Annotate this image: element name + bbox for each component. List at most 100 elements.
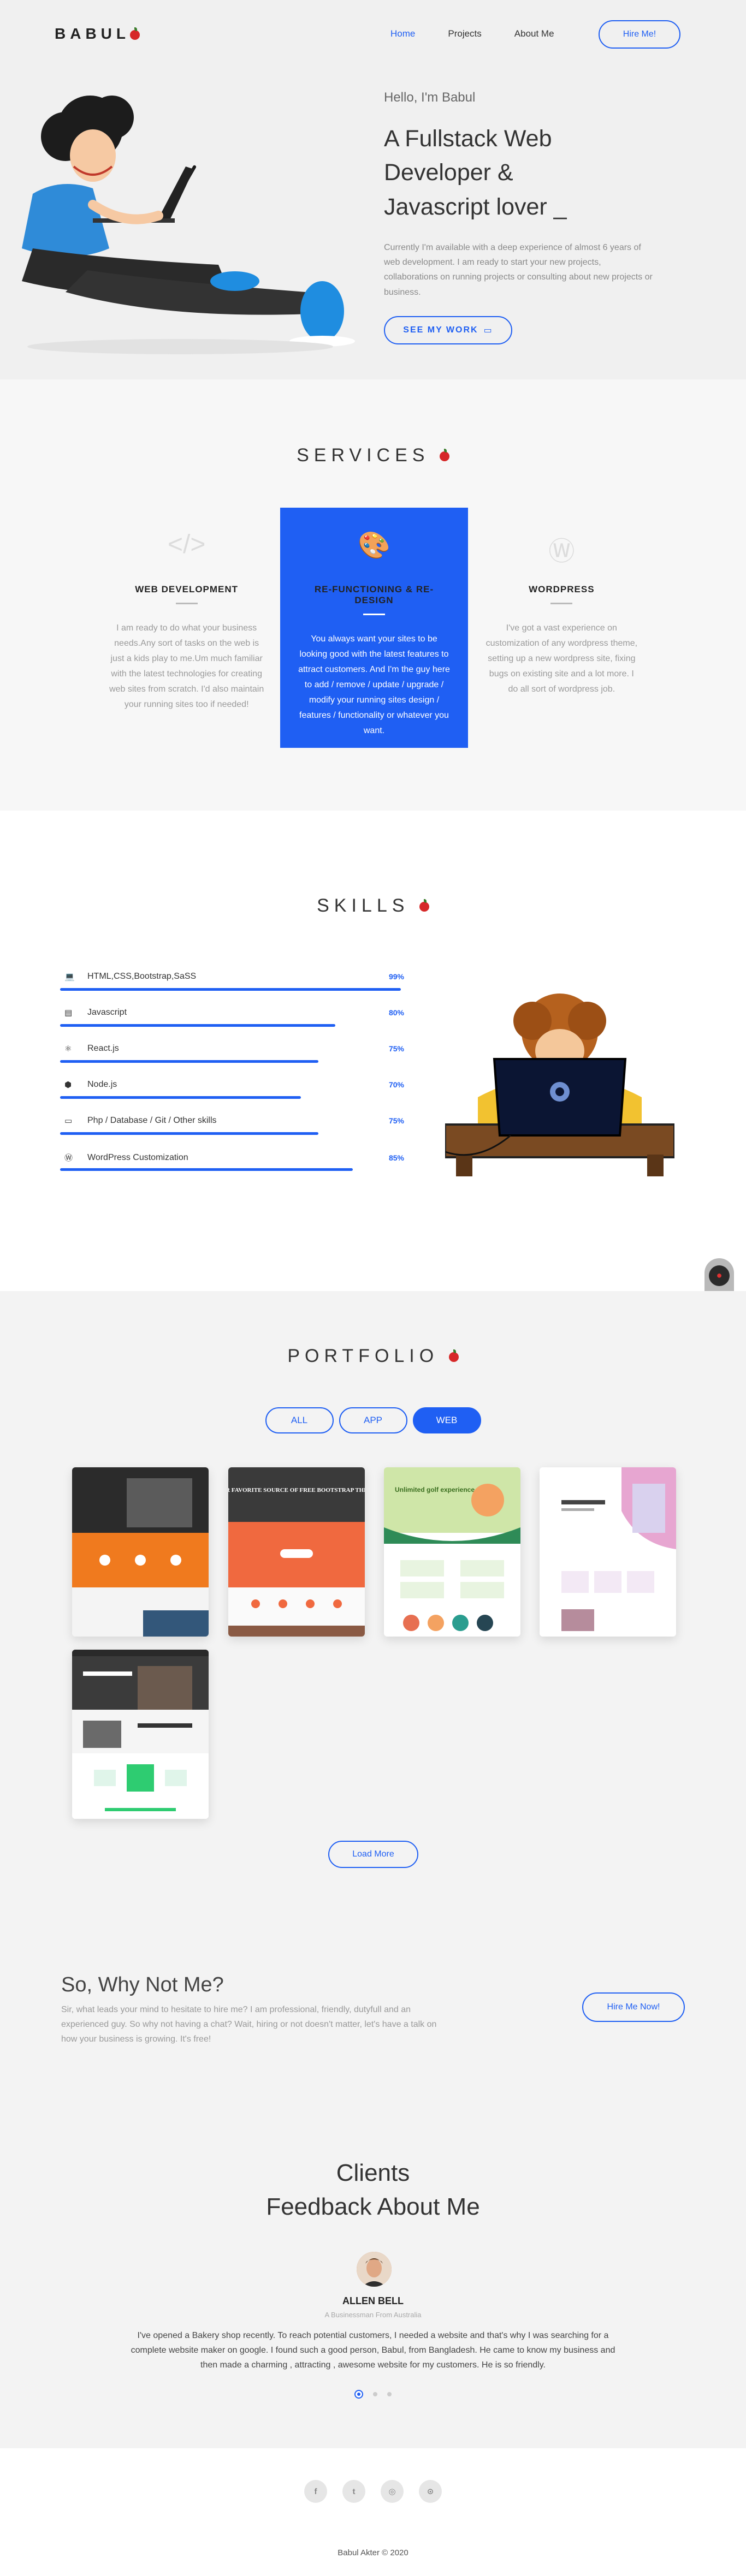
skill-name: WordPress Customization (87, 1152, 188, 1162)
service-description: You always want your sites to be looking… (298, 634, 450, 735)
carousel-dot[interactable] (373, 2392, 377, 2396)
twitter-icon[interactable]: t (342, 2480, 365, 2503)
load-more-button[interactable]: Load More (328, 1841, 418, 1868)
wordpress-icon: Ⓦ (548, 537, 575, 566)
service-description: I am ready to do what your business need… (109, 623, 264, 709)
services-title-text: SERVICES (297, 445, 430, 466)
file-icon: ▤ (64, 1008, 73, 1018)
client-role: A Businessman From Australia (324, 2311, 422, 2319)
record-icon[interactable]: ● (709, 1265, 730, 1286)
skill-track (60, 1024, 404, 1027)
nav-home[interactable]: Home (390, 28, 415, 39)
clients-title-line: Feedback About Me (266, 2193, 480, 2220)
developer-illustration (22, 96, 355, 354)
header: BABUL Home Projects About Me Hire Me! (0, 0, 746, 68)
hire-me-button[interactable]: Hire Me! (599, 20, 680, 49)
services-title: SERVICES (0, 445, 746, 466)
main-nav: Home Projects About Me (390, 28, 554, 39)
skill-track (60, 1168, 404, 1171)
skills-list: 💻 HTML,CSS,Bootstrap,SaSS 99% ▤ Javascript 8… (60, 972, 404, 1188)
skills-title: SKILLS (0, 895, 746, 917)
instagram-icon[interactable]: ◎ (381, 2480, 404, 2503)
filter-web[interactable]: WEB (412, 1407, 481, 1433)
hero-text: Hello, I'm Babul A Fullstack Web Develop… (384, 90, 668, 344)
skill-name: React.js (87, 1044, 119, 1053)
nav-projects[interactable]: Projects (448, 28, 481, 39)
skill-percent: 75% (388, 1116, 404, 1125)
skill-item: Ⓦ WordPress Customization 85% (60, 1152, 404, 1188)
filter-app[interactable]: APP (339, 1407, 407, 1433)
portfolio-title: PORTFOLIO (0, 1346, 746, 1367)
skill-track (60, 988, 404, 991)
hero-headline: A Fullstack Web Developer & Javascript l… (384, 122, 668, 224)
node-icon: ⬢ (64, 1080, 72, 1090)
skill-name: HTML,CSS,Bootstrap,SaSS (87, 972, 197, 981)
why-title: So, Why Not Me? (61, 1973, 224, 1996)
service-redesign: 🎨 RE-FUNCTIONING & RE-DESIGN You always … (280, 508, 468, 748)
copyright: Babul Akter © 2020 (338, 2548, 408, 2557)
headline-line: A Fullstack Web (384, 126, 552, 152)
portfolio-item[interactable] (72, 1467, 209, 1637)
logo-text: BABUL (55, 25, 130, 42)
logo[interactable]: BABUL (55, 25, 140, 43)
skill-bar (60, 988, 401, 991)
service-divider (550, 603, 573, 604)
portfolio-filters: ALL APP WEB (0, 1407, 746, 1433)
github-icon[interactable]: ⊙ (419, 2480, 442, 2503)
clients-title-line: Clients (336, 2159, 410, 2186)
service-title: WORDPRESS (529, 584, 595, 594)
service-wordpress: Ⓦ WORDPRESS I've got a vast experience o… (468, 508, 655, 748)
hero-description: Currently I'm available with a deep expe… (384, 243, 653, 297)
see-my-work-button[interactable]: SEE MY WORK ▭ (384, 316, 512, 344)
laptop-icon: 💻 (64, 972, 75, 981)
apple-icon (439, 449, 449, 462)
portfolio-item[interactable]: Unlimited golf experience (384, 1467, 520, 1637)
service-web-development: </> WEB DEVELOPMENT I am ready to do wha… (93, 508, 280, 748)
apple-icon (419, 899, 429, 912)
skill-bar (60, 1132, 318, 1135)
monitor-icon: ▭ (483, 325, 493, 335)
skill-bar (60, 1060, 318, 1063)
skill-percent: 85% (388, 1153, 404, 1162)
code-icon: </> (167, 530, 206, 559)
service-description: I've got a vast experience on customizat… (486, 623, 638, 694)
skill-name: Javascript (87, 1008, 127, 1017)
service-title: RE-FUNCTIONING & RE-DESIGN (314, 584, 434, 605)
portfolio-title-text: PORTFOLIO (287, 1346, 439, 1366)
clients-title: Clients Feedback About Me (0, 2156, 746, 2223)
see-my-work-label: SEE MY WORK (403, 325, 478, 335)
skill-item: ⚛ React.js 75% (60, 1044, 404, 1080)
thumbnail-caption: YOUR FAVORITE SOURCE OF FREE BOOTSTRAP T… (228, 1487, 365, 1494)
portfolio-thumbnail: Unlimited golf experience (384, 1467, 520, 1631)
avatar-image (357, 2252, 392, 2287)
page: BABUL Home Projects About Me Hire Me! He… (0, 0, 746, 2576)
portfolio-thumbnail (72, 1467, 209, 1637)
service-divider (175, 603, 198, 604)
database-icon: ▭ (64, 1116, 73, 1126)
palette-icon: 🎨 (358, 531, 390, 560)
portfolio-item[interactable] (72, 1650, 209, 1819)
client-quote: I've opened a Bakery shop recently. To r… (131, 2331, 615, 2370)
skill-name: Node.js (87, 1080, 117, 1089)
nav-about[interactable]: About Me (514, 28, 554, 39)
filter-all[interactable]: ALL (265, 1407, 334, 1433)
carousel-dot[interactable] (387, 2392, 392, 2396)
hero-greeting: Hello, I'm Babul (384, 90, 476, 105)
skill-track (60, 1132, 404, 1135)
apple-icon (448, 1349, 459, 1363)
skill-item: ▭ Php / Database / Git / Other skills 75% (60, 1116, 404, 1152)
service-divider (363, 614, 385, 615)
portfolio-item[interactable] (540, 1467, 676, 1637)
hire-me-now-button[interactable]: Hire Me Now! (582, 1992, 685, 2022)
skills-title-text: SKILLS (317, 895, 410, 916)
atom-icon: ⚛ (64, 1044, 72, 1054)
skill-bar (60, 1096, 301, 1099)
facebook-icon[interactable]: f (304, 2480, 327, 2503)
portfolio-item[interactable]: YOUR FAVORITE SOURCE OF FREE BOOTSTRAP T… (228, 1467, 365, 1637)
carousel-dot[interactable] (354, 2390, 363, 2399)
skill-bar (60, 1024, 335, 1027)
portfolio-thumbnail: YOUR FAVORITE SOURCE OF FREE BOOTSTRAP T… (228, 1467, 365, 1637)
portfolio-thumbnail (72, 1650, 209, 1819)
skill-item: ▤ Javascript 80% (60, 1008, 404, 1044)
skill-item: 💻 HTML,CSS,Bootstrap,SaSS 99% (60, 972, 404, 1008)
